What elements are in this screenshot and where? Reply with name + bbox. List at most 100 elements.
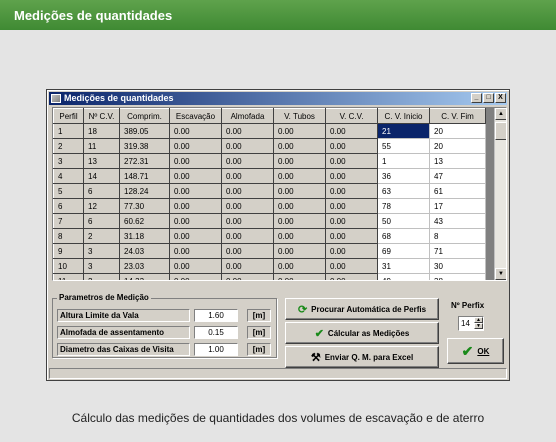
table-cell[interactable]: 31 xyxy=(377,258,430,274)
procurar-perfis-button[interactable]: ⟳ Procurar Automática de Perfis xyxy=(285,298,439,320)
table-cell[interactable]: 20 xyxy=(429,123,486,139)
table-row[interactable]: 3 13 272.31 0.00 0.00 0.00 0.00 1 13 xyxy=(53,153,486,169)
table-row[interactable]: 6 12 77.30 0.00 0.00 0.00 0.00 78 17 xyxy=(53,198,486,214)
table-cell: 10 xyxy=(53,258,84,274)
column-header[interactable]: Nº C.V. xyxy=(83,108,120,124)
table-row[interactable]: 7 6 60.62 0.00 0.00 0.00 0.00 50 43 xyxy=(53,213,486,229)
table-cell: 0.00 xyxy=(273,123,326,139)
enviar-excel-button[interactable]: ⚒ Enviar Q. M. para Excel xyxy=(285,346,439,368)
grid-scrollbar[interactable]: ▲ ▼ xyxy=(494,108,506,280)
table-row[interactable]: 11 2 14.33 0.00 0.00 0.00 0.00 49 38 xyxy=(53,273,486,280)
table-cell: 3 xyxy=(83,258,120,274)
table-cell: 3 xyxy=(83,243,120,259)
table-cell[interactable]: 61 xyxy=(429,183,486,199)
table-cell: 2 xyxy=(83,273,120,280)
table-cell[interactable]: 17 xyxy=(429,198,486,214)
table-cell: 0.00 xyxy=(273,183,326,199)
param-unit: [m] xyxy=(247,326,271,339)
almofada-input[interactable]: 0.15 xyxy=(194,326,238,339)
table-cell[interactable]: 68 xyxy=(377,228,430,244)
table-cell[interactable]: 36 xyxy=(377,168,430,184)
page-title: Medições de quantidades xyxy=(14,8,173,23)
table-cell: 0.00 xyxy=(325,198,378,214)
table-cell: 0.00 xyxy=(221,138,274,154)
column-header[interactable]: Escavação xyxy=(169,108,222,124)
table-cell[interactable]: 1 xyxy=(377,153,430,169)
table-cell: 0.00 xyxy=(273,138,326,154)
scroll-up-icon[interactable]: ▲ xyxy=(495,108,506,120)
table-cell[interactable]: 21 xyxy=(377,123,430,139)
column-header[interactable]: V. Tubos xyxy=(273,108,326,124)
column-header[interactable]: Almofada xyxy=(221,108,274,124)
table-cell: 0.00 xyxy=(325,273,378,280)
table-cell: 148.71 xyxy=(119,168,170,184)
column-header[interactable]: C. V. Inicio xyxy=(377,108,430,124)
table-cell: 0.00 xyxy=(169,213,222,229)
altura-limite-input[interactable]: 1.60 xyxy=(194,309,238,322)
table-row[interactable]: 1 18 389.05 0.00 0.00 0.00 0.00 21 20 xyxy=(53,123,486,139)
spin-down-icon[interactable]: ▼ xyxy=(474,323,483,329)
table-cell[interactable]: 13 xyxy=(429,153,486,169)
perfix-spinner[interactable]: 14 ▲ ▼ xyxy=(458,316,484,331)
table-cell: 18 xyxy=(83,123,120,139)
table-cell: 60.62 xyxy=(119,213,170,229)
minimize-button[interactable]: _ xyxy=(471,93,482,103)
table-cell: 0.00 xyxy=(169,138,222,154)
table-row[interactable]: 8 2 31.18 0.00 0.00 0.00 0.00 68 8 xyxy=(53,228,486,244)
table-cell: 1 xyxy=(53,123,84,139)
perfix-value: 14 xyxy=(461,319,470,328)
calcular-medicoes-button[interactable]: ✔ Cálcular as Medições xyxy=(285,322,439,344)
table-cell[interactable]: 78 xyxy=(377,198,430,214)
table-cell[interactable]: 69 xyxy=(377,243,430,259)
close-button[interactable]: X xyxy=(495,93,506,103)
window-titlebar[interactable]: Medições de quantidades _ □ X xyxy=(49,92,507,105)
table-row[interactable]: 9 3 24.03 0.00 0.00 0.00 0.00 69 71 xyxy=(53,243,486,259)
column-header[interactable]: Comprim. xyxy=(119,108,170,124)
scroll-down-icon[interactable]: ▼ xyxy=(495,268,506,280)
param-unit: [m] xyxy=(247,309,271,322)
table-cell: 272.31 xyxy=(119,153,170,169)
table-cell: 0.00 xyxy=(325,123,378,139)
table-cell[interactable]: 47 xyxy=(429,168,486,184)
table-cell: 8 xyxy=(53,228,84,244)
table-cell[interactable]: 20 xyxy=(429,138,486,154)
procurar-label: Procurar Automática de Perfis xyxy=(311,304,427,314)
table-cell[interactable]: 50 xyxy=(377,213,430,229)
table-cell: 6 xyxy=(83,213,120,229)
status-bar xyxy=(49,368,507,379)
check-icon: ✔ xyxy=(461,342,474,359)
measurements-grid[interactable]: Perfil Nº C.V. Comprim. Escavação Almofada V.… xyxy=(52,107,507,281)
table-cell: 0.00 xyxy=(325,138,378,154)
table-cell[interactable]: 30 xyxy=(429,258,486,274)
scroll-thumb[interactable] xyxy=(495,122,506,140)
table-cell[interactable]: 63 xyxy=(377,183,430,199)
table-row[interactable]: 5 6 128.24 0.00 0.00 0.00 0.00 63 61 xyxy=(53,183,486,199)
maximize-button[interactable]: □ xyxy=(483,93,494,103)
table-row[interactable]: 4 14 148.71 0.00 0.00 0.00 0.00 36 47 xyxy=(53,168,486,184)
table-cell: 77.30 xyxy=(119,198,170,214)
ok-button[interactable]: ✔ OK xyxy=(447,338,504,364)
table-cell: 0.00 xyxy=(221,123,274,139)
column-header[interactable]: V. C.V. xyxy=(325,108,378,124)
table-cell[interactable]: 38 xyxy=(429,273,486,280)
column-header[interactable]: C. V. Fim xyxy=(429,108,486,124)
app-icon xyxy=(51,94,61,103)
table-cell[interactable]: 43 xyxy=(429,213,486,229)
table-cell: 0.00 xyxy=(273,198,326,214)
table-cell: 2 xyxy=(83,228,120,244)
table-cell[interactable]: 8 xyxy=(429,228,486,244)
table-cell[interactable]: 49 xyxy=(377,273,430,280)
table-cell: 5 xyxy=(53,183,84,199)
table-cell: 319.38 xyxy=(119,138,170,154)
diametro-input[interactable]: 1.00 xyxy=(194,343,238,356)
table-cell: 128.24 xyxy=(119,183,170,199)
table-cell: 0.00 xyxy=(221,273,274,280)
table-cell[interactable]: 55 xyxy=(377,138,430,154)
param-unit: [m] xyxy=(247,343,271,356)
refresh-icon: ⟳ xyxy=(297,303,308,316)
column-header[interactable]: Perfil xyxy=(53,108,84,124)
table-cell[interactable]: 71 xyxy=(429,243,486,259)
table-row[interactable]: 10 3 23.03 0.00 0.00 0.00 0.00 31 30 xyxy=(53,258,486,274)
table-cell: 0.00 xyxy=(325,243,378,259)
table-row[interactable]: 2 11 319.38 0.00 0.00 0.00 0.00 55 20 xyxy=(53,138,486,154)
